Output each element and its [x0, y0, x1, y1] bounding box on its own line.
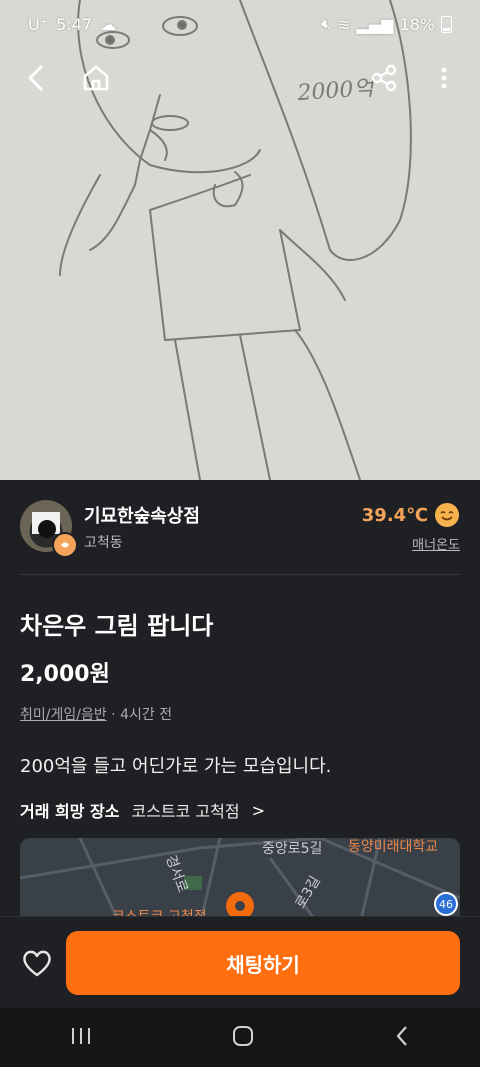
map-label-costco: 코스트코 고척점: [112, 906, 207, 916]
product-description: 200억을 들고 어딘가로 가는 모습입니다.: [20, 756, 332, 777]
system-back-icon[interactable]: [394, 1025, 410, 1051]
more-vertical-icon[interactable]: [426, 60, 462, 96]
messenger-icon: ☁: [100, 14, 117, 34]
share-icon[interactable]: [366, 60, 402, 96]
back-arrow-icon[interactable]: [18, 60, 54, 96]
home-button-icon[interactable]: [232, 1025, 254, 1051]
product-meta: 취미/게임/음반 · 4시간 전: [20, 704, 172, 724]
meta-separator: ·: [111, 707, 121, 723]
signal-icon: ▂▄▆: [356, 14, 394, 34]
battery-level: 18%: [399, 14, 435, 34]
seller-name: 기묘한숲속상점: [84, 506, 200, 527]
route-number-badge: 46: [434, 892, 458, 916]
map-label-university: 동양미래대학교: [348, 839, 439, 855]
trade-place-value[interactable]: 코스트코 고척점: [131, 798, 239, 822]
mute-icon: 🔇︎: [321, 14, 332, 33]
seller-profile[interactable]: 기묘한숲속상점 고척동 39.4℃ 매너온도: [20, 500, 460, 558]
trade-place-row[interactable]: 거래 희망 장소 코스트코 고척점 >: [20, 798, 265, 822]
seller-location: 고척동: [84, 535, 123, 551]
map-pin-icon: [226, 892, 254, 916]
category-link[interactable]: 취미/게임/음반: [20, 707, 107, 723]
trade-place-label: 거래 희망 장소: [20, 802, 120, 821]
recent-apps-icon[interactable]: [70, 1026, 92, 1050]
battery-icon: [441, 15, 452, 33]
chevron-right-icon: >: [251, 800, 266, 820]
status-bar: U⁺ 5:47 ☁ 🔇︎ ≋ ▂▄▆ 18%: [0, 0, 480, 48]
product-detail: 기묘한숲속상점 고척동 39.4℃ 매너온도 차은우 그림 팝니다 2,000원…: [0, 480, 480, 916]
product-photo[interactable]: 2000억 U⁺ 5:47 ☁ 🔇︎ ≋ ▂▄▆ 18%: [0, 0, 480, 480]
top-navigation: [0, 54, 480, 102]
chat-button[interactable]: 채팅하기: [66, 931, 460, 995]
manner-temperature: 39.4℃: [362, 502, 460, 528]
smile-face-icon: [435, 503, 459, 527]
posted-time: 4시간 전: [120, 707, 173, 723]
product-title: 차은우 그림 팝니다: [20, 612, 214, 640]
carrier-label: U⁺: [28, 14, 49, 34]
home-icon[interactable]: [78, 60, 114, 96]
map-label-road: 중앙로5길: [262, 841, 323, 857]
wifi-icon: ≋: [337, 14, 351, 34]
system-navigation-bar: [0, 1008, 480, 1067]
seller-badge-icon: [52, 532, 78, 558]
bottom-action-bar: 채팅하기: [0, 916, 480, 1009]
product-price: 2,000원: [20, 662, 110, 687]
location-map[interactable]: 중앙로5길 동양미래대학교 경서로 로3길 코스트코 고척점 46: [20, 838, 460, 916]
clock: 5:47: [56, 14, 93, 34]
heart-icon[interactable]: [22, 949, 52, 979]
manner-temperature-link[interactable]: 매너온도: [412, 534, 460, 553]
temperature-value: 39.4℃: [361, 504, 428, 526]
divider: [20, 574, 460, 575]
